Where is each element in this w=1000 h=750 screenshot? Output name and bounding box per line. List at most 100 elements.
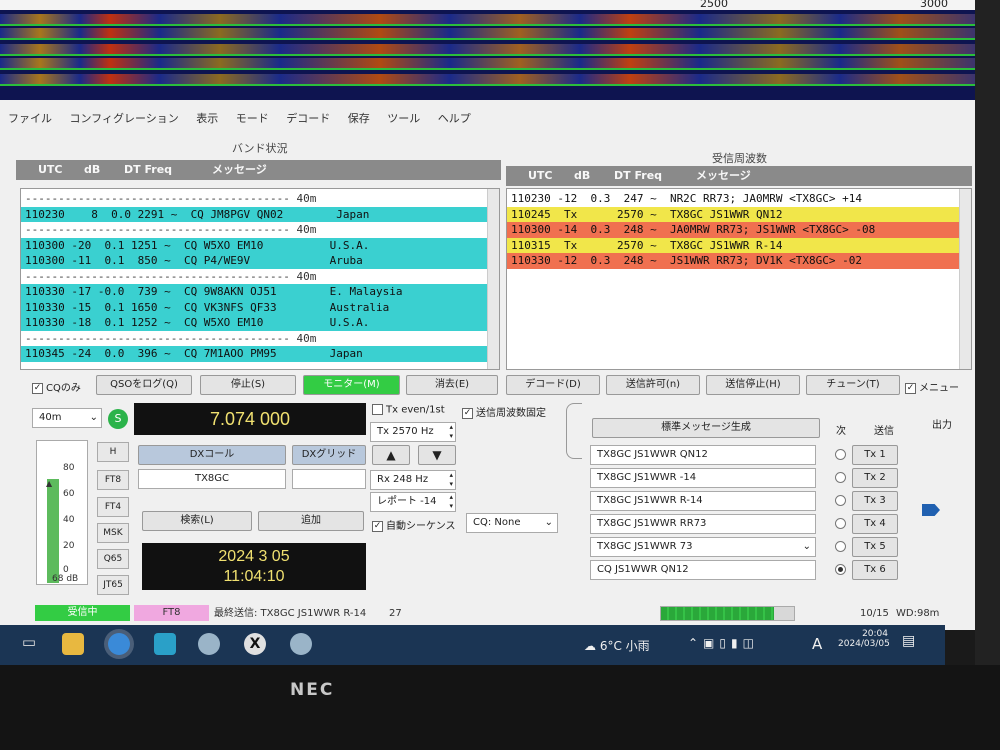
tune-button[interactable]: チューン(T)	[806, 375, 900, 395]
tx6-button[interactable]: Tx 6	[852, 560, 898, 580]
add-button[interactable]: 追加	[258, 511, 364, 531]
cq-select[interactable]: CQ: None ⌄	[466, 513, 558, 533]
col-dt-freq: DT Freq	[614, 169, 663, 182]
app-icon[interactable]	[290, 633, 312, 655]
dx-call-button[interactable]: DXコール	[138, 445, 286, 465]
next-tx1-radio[interactable]	[835, 449, 846, 460]
menu-view[interactable]: 表示	[196, 112, 218, 125]
taskbar-clock[interactable]: 20:04 2024/03/05	[838, 629, 890, 649]
chevron-down-icon: ⌄	[89, 412, 98, 423]
next-tx5-radio[interactable]	[835, 541, 846, 552]
waterfall-display[interactable]: 2500 3000	[0, 0, 1000, 100]
decode-row[interactable]: 110330 -12 0.3 248 ~ JS1WWR RR73; DV1K <…	[507, 253, 971, 269]
generate-messages-button[interactable]: 標準メッセージ生成	[592, 418, 820, 438]
x-app-icon[interactable]: X	[244, 633, 266, 655]
weather-text: 6°C 小雨	[599, 639, 650, 653]
hold-tx-freq-checkbox[interactable]: ✓ 送信周波数固定	[462, 404, 546, 419]
tx2-button[interactable]: Tx 2	[852, 468, 898, 488]
decode-row[interactable]: 110230 8 0.0 2291 ~ CQ JM8PGV QN02 Japan	[21, 206, 499, 222]
power-slider-handle[interactable]	[922, 504, 940, 516]
rx-frequency-list[interactable]: 110230 -12 0.3 247 ~ NR2C RR73; JA0MRW <…	[506, 188, 972, 370]
mode-button-msk[interactable]: MSK	[97, 523, 129, 543]
dx-grid-button[interactable]: DXグリッド	[292, 445, 366, 465]
next-tx3-radio[interactable]	[835, 495, 846, 506]
cq-only-checkbox[interactable]: ✓ CQのみ	[32, 379, 81, 394]
auto-seq-checkbox[interactable]: ✓ 自動シーケンス	[372, 517, 456, 532]
tx1-button[interactable]: Tx 1	[852, 445, 898, 465]
enable-tx-button[interactable]: 送信許可(n)	[606, 375, 700, 395]
decode-row[interactable]: 110300 -20 0.1 1251 ~ CQ W5XO EM10 U.S.A…	[21, 237, 499, 253]
decode-row[interactable]: 110300 -11 0.1 850 ~ CQ P4/WE9V Aruba	[21, 253, 499, 269]
tx2-message-field[interactable]: TX8GC JS1WWR -14	[590, 468, 816, 488]
menu-help[interactable]: ヘルプ	[438, 112, 471, 125]
dx-call-input[interactable]: TX8GC	[138, 469, 286, 489]
signal-meter: ▲ 80 60 40 20 0	[36, 440, 88, 585]
menu-decode[interactable]: デコード	[286, 112, 330, 125]
up-arrow-button[interactable]: ▲	[372, 445, 410, 465]
meter-tick: 40	[63, 515, 75, 525]
tx5-message-field[interactable]: TX8GC JS1WWR 73 ⌄	[590, 537, 816, 557]
file-explorer-icon[interactable]	[62, 633, 84, 655]
menu-tools[interactable]: ツール	[387, 112, 420, 125]
decode-row[interactable]: 110300 -14 0.3 248 ~ JA0MRW RR73; JS1WWR…	[507, 222, 971, 238]
tx4-button[interactable]: Tx 4	[852, 514, 898, 534]
decode-row[interactable]: 110230 -12 0.3 247 ~ NR2C RR73; JA0MRW <…	[507, 191, 971, 207]
tx5-button[interactable]: Tx 5	[852, 537, 898, 557]
lookup-button[interactable]: 検索(L)	[142, 511, 252, 531]
next-tx2-radio[interactable]	[835, 472, 846, 483]
app-icon[interactable]	[154, 633, 176, 655]
decode-row[interactable]: 110315 Tx 2570 ~ TX8GC JS1WWR R-14	[507, 237, 971, 253]
notification-icon[interactable]: ▤	[902, 633, 915, 649]
scrollbar[interactable]	[959, 189, 971, 369]
tx3-button[interactable]: Tx 3	[852, 491, 898, 511]
menu-bar: ファイル コンフィグレーション 表示 モード デコード 保存 ツール ヘルプ	[8, 110, 485, 126]
menu-file[interactable]: ファイル	[8, 112, 52, 125]
signal-indicator: S	[108, 409, 128, 429]
tx-freq-spinbox[interactable]: Tx 2570 Hz ▴ ▾	[370, 422, 456, 442]
monitor-button[interactable]: モニター(M)	[303, 375, 400, 395]
tray-icons[interactable]: ⌃▣▯▮◫	[688, 636, 759, 650]
decode-row[interactable]: 110330 -15 0.1 1650 ~ CQ VK3NFS QF33 Aus…	[21, 299, 499, 315]
scale-label: 2500	[700, 0, 728, 10]
mode-button-jt65[interactable]: JT65	[97, 575, 129, 595]
scale-label: 3000	[920, 0, 948, 10]
next-tx4-radio[interactable]	[835, 518, 846, 529]
rx-freq-spinbox[interactable]: Rx 248 Hz ▴ ▾	[370, 470, 456, 490]
tx-even-checkbox[interactable]: Tx even/1st	[372, 404, 445, 416]
rx-freq-value: Rx 248 Hz	[377, 474, 429, 485]
decode-row[interactable]: 110345 -24 0.0 396 ~ CQ 7M1AOO PM95 Japa…	[21, 346, 499, 362]
tx3-message-field[interactable]: TX8GC JS1WWR R-14	[590, 491, 816, 511]
mode-button-q65[interactable]: Q65	[97, 549, 129, 569]
next-tx6-radio[interactable]	[835, 564, 846, 575]
tx6-message-field[interactable]: CQ JS1WWR QN12	[590, 560, 816, 580]
scrollbar[interactable]	[487, 189, 499, 369]
mode-button-ft8[interactable]: FT8	[97, 470, 129, 490]
edge-browser-icon[interactable]	[108, 633, 130, 655]
weather-widget[interactable]: ☁ 6°C 小雨	[584, 637, 650, 654]
dx-grid-input[interactable]	[292, 469, 366, 489]
mode-button-ft4[interactable]: FT4	[97, 497, 129, 517]
decode-button[interactable]: デコード(D)	[506, 375, 600, 395]
mode-button-h[interactable]: H	[97, 442, 129, 462]
down-arrow-button[interactable]: ▼	[418, 445, 456, 465]
menu-save[interactable]: 保存	[348, 112, 370, 125]
band-select[interactable]: 40m ⌄	[32, 408, 102, 428]
erase-button[interactable]: 消去(E)	[406, 375, 498, 395]
menus-checkbox[interactable]: ✓ メニュー	[905, 379, 959, 394]
decode-row[interactable]: 110330 -17 -0.0 739 ~ CQ 9W8AKN OJ51 E. …	[21, 284, 499, 300]
monitor-brand-logo: NEC	[290, 680, 335, 700]
menu-mode[interactable]: モード	[236, 112, 269, 125]
halt-tx-button[interactable]: 送信停止(H)	[706, 375, 800, 395]
log-qso-button[interactable]: QSOをログ(Q)	[96, 375, 192, 395]
band-activity-list[interactable]: ----------------------------------------…	[20, 188, 500, 370]
ime-indicator[interactable]: A	[812, 635, 822, 653]
stop-button[interactable]: 停止(S)	[200, 375, 296, 395]
report-spinbox[interactable]: レポート -14 ▴ ▾	[370, 492, 456, 512]
menu-configuration[interactable]: コンフィグレーション	[70, 112, 179, 125]
task-view-icon[interactable]: ▭	[18, 633, 40, 655]
tx1-message-field[interactable]: TX8GC JS1WWR QN12	[590, 445, 816, 465]
app-icon[interactable]	[198, 633, 220, 655]
tx4-message-field[interactable]: TX8GC JS1WWR RR73	[590, 514, 816, 534]
decode-row[interactable]: 110245 Tx 2570 ~ TX8GC JS1WWR QN12	[507, 206, 971, 222]
decode-row[interactable]: 110330 -18 0.1 1252 ~ CQ W5XO EM10 U.S.A…	[21, 315, 499, 331]
